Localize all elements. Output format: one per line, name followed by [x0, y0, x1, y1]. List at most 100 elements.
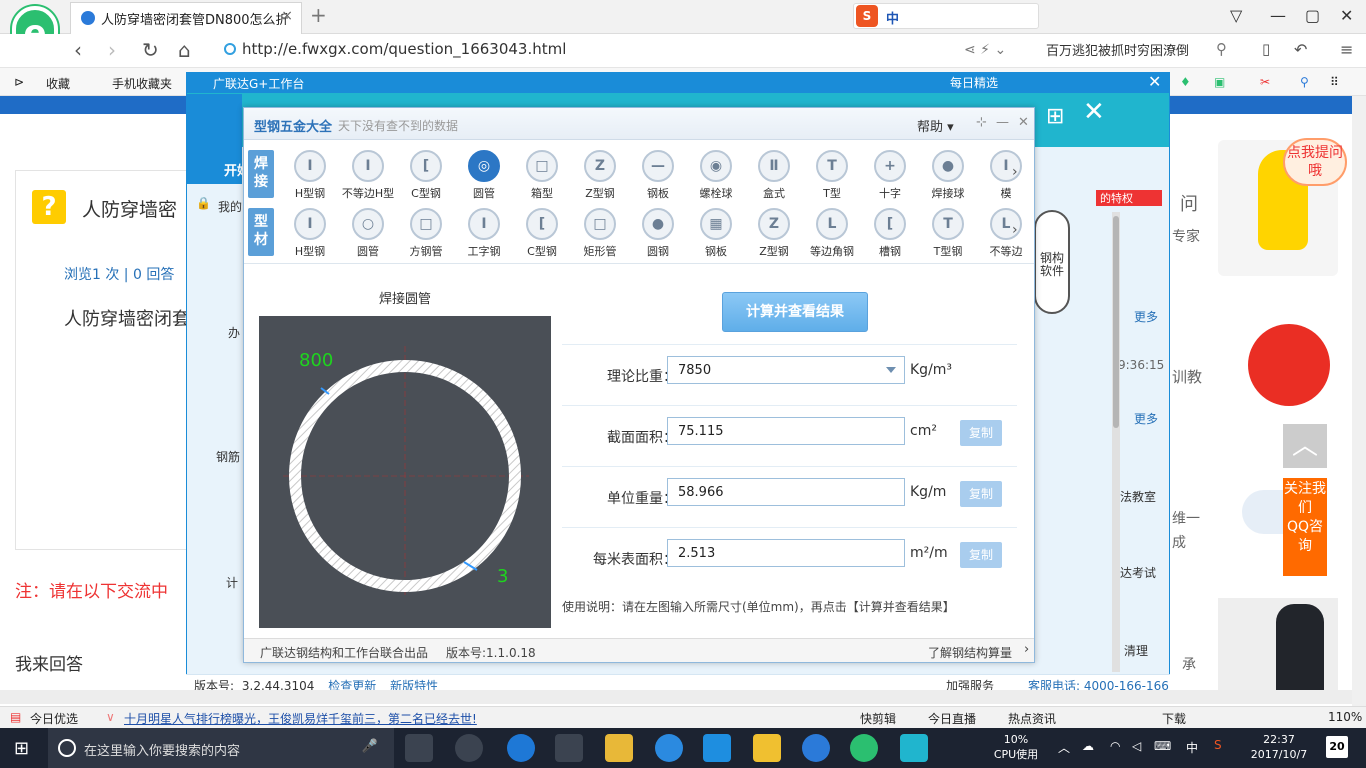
- explorer-icon[interactable]: [605, 734, 633, 762]
- welding-item[interactable]: + 十字: [860, 150, 920, 201]
- host-close-icon[interactable]: ✕: [1148, 72, 1161, 91]
- maximize-icon[interactable]: ▢: [1305, 6, 1320, 25]
- host-side-label-1[interactable]: 法教室: [1120, 488, 1156, 505]
- welding-item[interactable]: [C型钢: [396, 150, 456, 201]
- welding-item[interactable]: I 不等边H型: [338, 150, 398, 201]
- density-select[interactable]: 7850: [667, 356, 905, 384]
- keyboard-icon[interactable]: ⌨: [1154, 739, 1171, 753]
- profile-item[interactable]: T T型钢: [918, 208, 978, 259]
- glodon-icon[interactable]: [802, 734, 830, 762]
- qq-consult[interactable]: QQ咨询: [1287, 519, 1323, 554]
- thickness-input[interactable]: 3: [497, 566, 508, 587]
- phone-icon[interactable]: ▯: [1262, 40, 1270, 58]
- learn-more-link[interactable]: 了解钢结构算量: [928, 644, 1012, 661]
- undo-icon[interactable]: ↶: [1294, 40, 1307, 59]
- profile-item[interactable]: [槽钢: [860, 208, 920, 259]
- welding-item[interactable]: Ⅱ 盒式: [744, 150, 804, 201]
- bookmark-mobile[interactable]: 手机收藏夹: [112, 75, 172, 92]
- follow-label[interactable]: 关注我们: [1284, 481, 1326, 516]
- taskbar-search[interactable]: 在这里输入你要搜索的内容 🎤: [48, 728, 394, 768]
- welding-item[interactable]: — 钢板: [628, 150, 688, 201]
- cut-icon[interactable]: ✂: [1260, 75, 1270, 89]
- steel-app-icon[interactable]: [900, 734, 928, 762]
- shield-icon[interactable]: ♦: [1180, 75, 1191, 89]
- notes-icon[interactable]: [753, 734, 781, 762]
- privilege-badge[interactable]: 的特权: [1096, 190, 1162, 206]
- news-headline[interactable]: 十月明星人气排行榜曝光，王俊凯易烊千玺前三，第二名已经去世!: [124, 710, 477, 727]
- pin-icon[interactable]: ⊹: [976, 115, 987, 130]
- store-icon[interactable]: [555, 734, 583, 762]
- host-tab-calc[interactable]: 计: [226, 574, 238, 591]
- copy-surface-button[interactable]: 复制: [960, 542, 1002, 568]
- ime-mode[interactable]: 中: [886, 8, 899, 27]
- close-icon[interactable]: ✕: [1340, 6, 1353, 25]
- share-icon[interactable]: ⋖ ⚡ ⌄: [964, 42, 1006, 58]
- quick-clip[interactable]: 快剪辑: [860, 710, 896, 727]
- reply-label[interactable]: 我来回答: [15, 650, 83, 675]
- more-link-2[interactable]: 更多: [1134, 410, 1158, 427]
- profile-item[interactable]: ▦ 钢板: [686, 208, 746, 259]
- ie-icon[interactable]: [655, 734, 683, 762]
- weight-field[interactable]: 58.966: [667, 478, 905, 506]
- browser-360-icon[interactable]: [850, 734, 878, 762]
- app-blue-icon[interactable]: [703, 734, 731, 762]
- welding-item[interactable]: ◉ 螺栓球: [686, 150, 746, 201]
- chevron-right-icon[interactable]: ›: [1012, 222, 1018, 238]
- page-scrollbar[interactable]: [1352, 96, 1366, 706]
- profile-item[interactable]: □ 矩形管: [570, 208, 630, 259]
- profile-item[interactable]: Z Z型钢: [744, 208, 804, 259]
- search-input[interactable]: 百万逃犯被抓时穷困潦倒: [1046, 40, 1236, 62]
- welding-item[interactable]: ◎ 圆管: [454, 150, 514, 201]
- ime-tray[interactable]: 中: [1186, 739, 1198, 756]
- minimize-icon[interactable]: —: [996, 115, 1009, 130]
- back-icon[interactable]: ‹: [74, 38, 82, 62]
- tab-close-icon[interactable]: ×: [281, 8, 293, 24]
- host-daily[interactable]: 每日精选: [950, 74, 998, 91]
- profile-item[interactable]: L 不等边: [976, 208, 1036, 259]
- help-menu[interactable]: 帮助 ▾: [917, 116, 954, 135]
- sogou-tray-icon[interactable]: S: [1214, 738, 1222, 752]
- address-bar[interactable]: http://e.fwxgx.com/question_1663043.html: [224, 40, 1034, 62]
- menu-icon[interactable]: ≡: [1340, 40, 1353, 59]
- follow-us-button[interactable]: 关注我们 QQ咨询: [1283, 478, 1327, 576]
- skin-icon[interactable]: ▽: [1230, 6, 1242, 25]
- profile-item[interactable]: ● 圆钢: [628, 208, 688, 259]
- more-link-1[interactable]: 更多: [1134, 308, 1158, 325]
- host-tab-rebar[interactable]: 钢筋: [216, 448, 240, 465]
- surface-field[interactable]: 2.513: [667, 539, 905, 567]
- profile-item[interactable]: [C型钢: [512, 208, 572, 259]
- dropdown-arrow-icon[interactable]: [886, 367, 896, 373]
- refresh-icon[interactable]: ↻: [142, 38, 159, 62]
- browser-tab[interactable]: 人防穿墙密闭套管DN800怎么折 ×: [70, 2, 302, 34]
- tray-cloud-icon[interactable]: ☁: [1082, 739, 1094, 753]
- home-icon[interactable]: ⌂: [178, 38, 191, 62]
- tray-chevron-icon[interactable]: ︿: [1058, 739, 1070, 756]
- search-icon[interactable]: ⚲: [1216, 40, 1227, 58]
- welding-item[interactable]: I H型钢: [280, 150, 340, 201]
- area-field[interactable]: 75.115: [667, 417, 905, 445]
- horizontal-scrollbar[interactable]: [0, 690, 1352, 704]
- edge-icon[interactable]: [507, 734, 535, 762]
- profile-item[interactable]: I H型钢: [280, 208, 340, 259]
- chevron-right-icon[interactable]: ›: [1012, 164, 1018, 180]
- profile-item[interactable]: □ 方钢管: [396, 208, 456, 259]
- back-to-top-button[interactable]: ︿: [1283, 424, 1327, 468]
- clock[interactable]: 22:37 2017/10/7: [1244, 732, 1314, 762]
- welding-item[interactable]: T T型: [802, 150, 862, 201]
- volume-icon[interactable]: ◁: [1132, 739, 1141, 753]
- calculate-button[interactable]: 计算并查看结果: [722, 292, 868, 332]
- bookmark-favorites[interactable]: 收藏: [46, 75, 70, 92]
- question-stats[interactable]: 浏览1 次 | 0 回答: [64, 264, 174, 284]
- host-apps-icon[interactable]: ⊞: [1046, 104, 1064, 129]
- welding-item[interactable]: I模: [976, 150, 1036, 201]
- new-tab-button[interactable]: +: [310, 3, 327, 27]
- wifi-icon[interactable]: ◠: [1110, 739, 1120, 753]
- grid-icon[interactable]: ⠿: [1330, 75, 1339, 89]
- copy-weight-button[interactable]: 复制: [960, 481, 1002, 507]
- close-icon[interactable]: ✕: [1018, 115, 1029, 130]
- ask-badge[interactable]: 点我提问哦: [1283, 138, 1347, 186]
- welding-tag[interactable]: 焊接: [248, 150, 274, 198]
- copy-area-button[interactable]: 复制: [960, 420, 1002, 446]
- help-label[interactable]: 帮助: [917, 120, 943, 135]
- today-picks[interactable]: 今日优选: [30, 710, 78, 727]
